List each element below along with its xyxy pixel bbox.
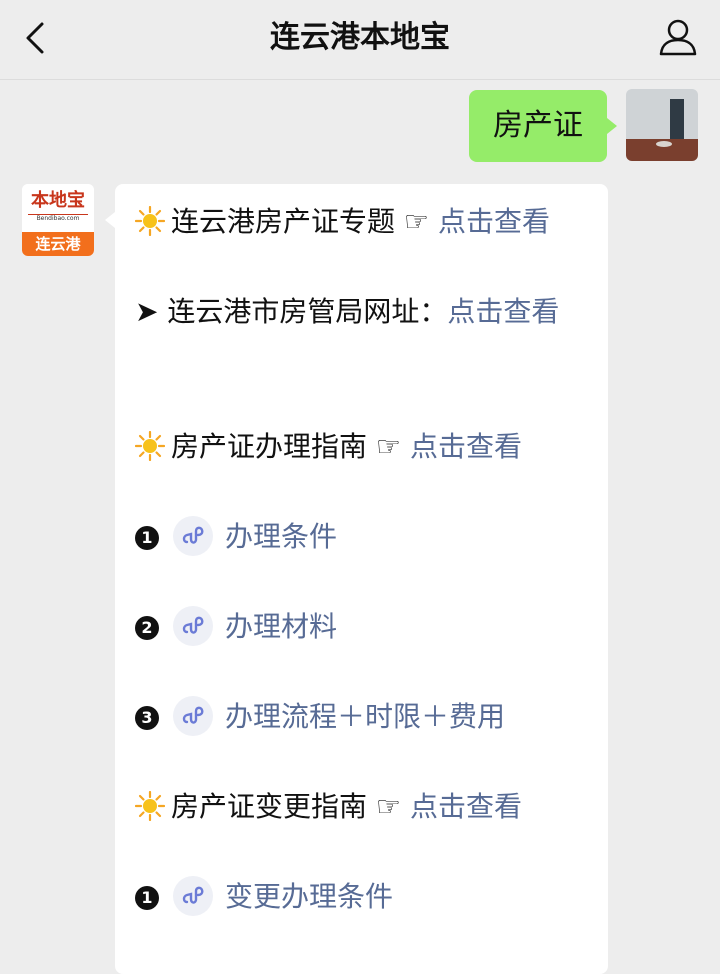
message-line: 连云港房产证专题 ☞ 点击查看 (135, 200, 595, 244)
page-title: 连云港本地宝 (270, 20, 450, 55)
message-line: 房产证变更指南 ☞ 点击查看 (135, 785, 595, 829)
message-line: 1 变更办理条件 (135, 875, 595, 919)
guide-link[interactable]: 点击查看 (410, 430, 522, 463)
message-line: 1 办理条件 (135, 515, 595, 559)
topic-link[interactable]: 点击查看 (438, 205, 550, 238)
sun-icon (135, 206, 165, 236)
message-line: 2 办理材料 (135, 605, 595, 649)
user-avatar[interactable] (626, 89, 698, 161)
mini-program-icon (173, 516, 213, 556)
message-line: 3 办理流程＋时限＋费用 (135, 695, 595, 739)
arrow-icon: ➤ (135, 295, 159, 328)
change-conditions-link[interactable]: 变更办理条件 (225, 880, 393, 913)
mini-program-icon (173, 696, 213, 736)
line-text: 房产证办理指南 (171, 430, 368, 463)
sun-icon (135, 791, 165, 821)
number-badge: 1 (135, 886, 159, 910)
sun-icon (135, 431, 165, 461)
number-badge: 3 (135, 706, 159, 730)
housing-bureau-link[interactable]: 点击查看 (447, 295, 559, 328)
pointing-hand-icon: ☞ (403, 205, 430, 238)
brand-domain-text: Bendibao.com (28, 214, 88, 223)
mini-program-icon (173, 606, 213, 646)
official-account-avatar[interactable]: 本地宝 Bendibao.com 连云港 (22, 184, 94, 256)
pointing-hand-icon: ☞ (375, 790, 402, 823)
user-message-bubble: 房产证 (469, 90, 617, 162)
message-line: 房产证办理指南 ☞ 点击查看 (135, 425, 595, 469)
brand-logo-text: 本地宝 (31, 190, 85, 211)
line-text: 房产证变更指南 (171, 790, 368, 823)
person-icon (659, 19, 697, 56)
pointing-hand-icon: ☞ (375, 430, 402, 463)
avatar-photo (626, 89, 698, 161)
number-badge: 1 (135, 526, 159, 550)
number-badge: 2 (135, 616, 159, 640)
materials-link[interactable]: 办理材料 (225, 610, 337, 643)
bot-message-bubble: 连云港房产证专题 ☞ 点击查看 ➤ 连云港市房管局网址：点击查看 房产证办理指南… (105, 184, 608, 974)
nav-bar: 连云港本地宝 (0, 0, 720, 80)
process-link[interactable]: 办理流程＋时限＋费用 (225, 700, 505, 733)
line-text: 连云港房产证专题 (171, 205, 396, 238)
profile-button[interactable] (656, 16, 700, 60)
line-text: 连云港市房管局网址： (167, 295, 448, 328)
conditions-link[interactable]: 办理条件 (225, 520, 337, 553)
change-guide-link[interactable]: 点击查看 (410, 790, 522, 823)
message-line: ➤ 连云港市房管局网址：点击查看 (135, 290, 595, 334)
city-label: 连云港 (22, 232, 94, 256)
mini-program-icon (173, 876, 213, 916)
